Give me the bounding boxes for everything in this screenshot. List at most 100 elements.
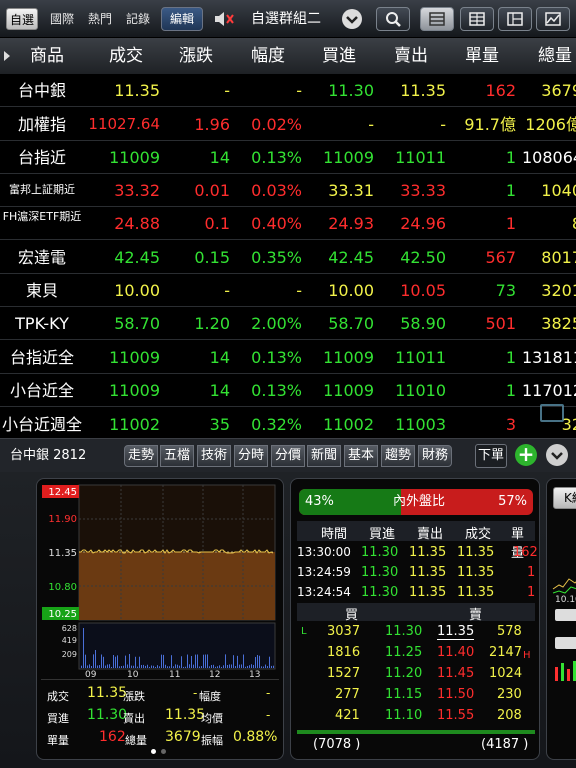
chevron-down-icon[interactable] [342, 9, 362, 29]
grid-view-icon[interactable] [498, 7, 532, 31]
col-header-percent[interactable]: 幅度 [234, 38, 302, 74]
book-divider [297, 730, 535, 734]
add-icon[interactable]: + [515, 444, 537, 466]
table-row[interactable]: 宏達電 42.45 0.15 0.35% 42.45 42.50 567 801… [0, 241, 576, 274]
volume-bar [273, 665, 274, 668]
volume-bar [213, 664, 214, 668]
chart-view-icon[interactable] [536, 7, 570, 31]
info-value: 11.30 [87, 707, 128, 723]
ask-cell: 11003 [395, 415, 446, 434]
volume-bar [149, 666, 150, 668]
bid-cell: 11009 [323, 148, 374, 167]
x-tick-label: 09 [85, 670, 97, 679]
volume-bar [207, 654, 208, 668]
change-cell: 1.96 [194, 115, 230, 134]
kline-button[interactable]: K線 [553, 487, 576, 509]
group-title[interactable]: 自選群組二 [251, 8, 321, 30]
kline-panel[interactable]: K線 10.10 [546, 478, 576, 760]
tab-history[interactable]: 記錄 [122, 8, 154, 30]
volume-cell: 567 [485, 248, 516, 267]
volume-bar [81, 665, 82, 668]
list-view-icon[interactable] [420, 7, 454, 31]
col-header-bid[interactable]: 買進 [304, 38, 374, 74]
book-header: 買 賣 [297, 603, 535, 623]
change-cell: 14 [209, 348, 230, 367]
tab-trend[interactable]: 走勢 [124, 445, 158, 467]
volume-bar [97, 665, 98, 668]
col-header-price[interactable]: 成交 [92, 38, 160, 74]
tab-time-share[interactable]: 分時 [234, 445, 268, 467]
volume-bar [103, 656, 104, 668]
tick-time: 13:24:59 [297, 565, 351, 579]
edit-button[interactable]: 編輯 [161, 7, 203, 31]
tab-tendency[interactable]: 趨勢 [381, 445, 415, 467]
table-row[interactable]: 台指近全 11009 14 0.13% 11009 11011 1 131811 [0, 341, 576, 374]
col-header-name[interactable]: 商品 [10, 38, 84, 74]
table-row[interactable]: 小台近週全 11002 35 0.32% 11002 11003 3 32 [0, 408, 576, 438]
tab-popular[interactable]: 熱門 [84, 8, 116, 30]
tab-price-dist[interactable]: 分價 [271, 445, 305, 467]
change-cell: - [224, 81, 230, 100]
screen-icon[interactable] [540, 404, 564, 422]
tick-time: 13:24:54 [297, 585, 351, 599]
bid-price: 11.20 [385, 666, 423, 681]
table-row[interactable]: FH滬深ETF期近 24.88 0.1 0.40% 24.93 24.96 1 … [0, 207, 576, 240]
volume-bar [153, 665, 154, 668]
chevron-down-icon[interactable] [546, 444, 568, 466]
page-dot-active[interactable] [151, 749, 156, 754]
volume-bar [129, 654, 130, 668]
change-cell: 14 [209, 148, 230, 167]
intraday-chart-panel[interactable]: 12.45 11.90 11.35 10.80 10.25 628 419 20… [36, 478, 284, 760]
volume-bar [91, 665, 92, 668]
col-header-volume[interactable]: 單量 [448, 38, 516, 74]
change-cell: 1.20 [194, 314, 230, 333]
col-header-total[interactable]: 總量 [520, 38, 576, 74]
vol-tick-label: 209 [62, 650, 77, 659]
price-cell: 11009 [109, 348, 160, 367]
book-row: 3037 11.30 11.35 578 [297, 622, 535, 643]
mute-icon[interactable] [212, 8, 238, 30]
column-view-icon[interactable] [460, 7, 494, 31]
order-button[interactable]: 下單 [475, 444, 507, 468]
volume-bar [147, 664, 148, 668]
table-row[interactable]: 台指近 11009 14 0.13% 11009 11011 1 108064 [0, 141, 576, 174]
volume-bar [175, 664, 176, 668]
table-row[interactable]: TPK-KY 58.70 1.20 2.00% 58.70 58.90 501 … [0, 307, 576, 340]
search-button[interactable] [376, 7, 410, 31]
volume-bar [237, 655, 238, 668]
page-dot[interactable] [161, 749, 166, 754]
table-row[interactable]: 小台近全 11009 14 0.13% 11009 11010 1 117012 [0, 374, 576, 407]
volume-bar [189, 664, 190, 668]
tick-row: 13:24:54 11.30 11.35 11.35 1 [297, 583, 535, 603]
table-row[interactable]: 東貝 10.00 - - 10.00 10.05 73 3201 [0, 274, 576, 307]
table-row[interactable]: 加權指 11027.64 1.96 0.02% - - 91.7億 1206億 [0, 108, 576, 141]
tick-time: 13:30:00 [297, 545, 351, 559]
tick-volume: 162 [513, 545, 538, 560]
table-row[interactable]: 富邦上証期近 33.32 0.01 0.03% 33.31 33.33 1 10… [0, 174, 576, 207]
volume-bar [235, 666, 236, 668]
tab-financial[interactable]: 財務 [418, 445, 452, 467]
five-level-book: L H 3037 11.30 11.35 578 1816 11.25 11.4… [297, 622, 535, 728]
bid-price: 11.15 [385, 687, 423, 702]
tick-volume: 1 [527, 585, 536, 600]
percent-cell: 0.40% [251, 214, 302, 233]
col-header-change[interactable]: 漲跌 [162, 38, 230, 74]
tab-technical[interactable]: 技術 [197, 445, 231, 467]
tab-five-levels[interactable]: 五檔 [160, 445, 194, 467]
bid-price: 11.25 [385, 645, 423, 660]
tab-fundamental[interactable]: 基本 [344, 445, 378, 467]
table-row[interactable]: 台中銀 11.35 - - 11.30 11.35 162 3679 [0, 74, 576, 107]
stock-detail-tabbar: 台中銀 2812 走勢 五檔 技術 分時 分價 新聞 基本 趨勢 財務 下單 + [0, 438, 576, 472]
ask-qty: 2147 [489, 645, 523, 660]
col-header-ask[interactable]: 賣出 [376, 38, 446, 74]
tab-news[interactable]: 新聞 [307, 445, 341, 467]
volume-bar [155, 666, 156, 668]
symbol-name: 宏達電 [17, 248, 66, 267]
volume-bar [145, 665, 146, 668]
tab-favorites[interactable]: 自選 [6, 8, 38, 30]
volume-bar [131, 665, 132, 668]
tab-international[interactable]: 國際 [46, 8, 78, 30]
price-cell: 11.35 [114, 81, 160, 100]
volume-bar [241, 664, 242, 668]
price-cell: 11027.64 [88, 115, 160, 133]
